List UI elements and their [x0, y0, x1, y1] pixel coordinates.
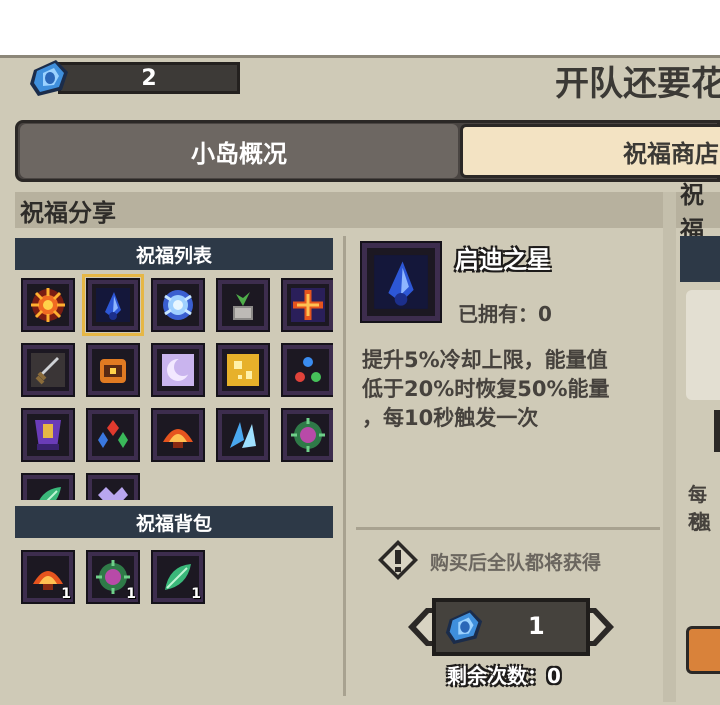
- bag-slot[interactable]: 1: [23, 552, 73, 602]
- owned-count: 已拥有：0: [458, 302, 552, 326]
- cross-flame-icon: [291, 288, 325, 322]
- tri-orb-icon: [295, 357, 321, 382]
- section-title-right: 祝福: [680, 181, 704, 244]
- description-line: ，每10秒触发一次: [362, 406, 539, 430]
- right-panel-mark: [714, 410, 720, 452]
- plant-pot-icon: [233, 292, 253, 320]
- bag-slot[interactable]: 1: [88, 552, 138, 602]
- purple-shard-icon: [98, 487, 128, 500]
- warning-icon: [378, 540, 418, 580]
- blessing-slot[interactable]: [218, 410, 268, 460]
- gem-count: 2: [141, 65, 157, 91]
- right-panel-header: [680, 236, 720, 282]
- blessing-slot[interactable]: [283, 280, 333, 330]
- item-count: 1: [61, 586, 71, 602]
- blessing-slot[interactable]: [153, 280, 203, 330]
- ice-crystal-icon: [163, 290, 193, 320]
- tab-island-overview[interactable]: 小岛概况: [20, 124, 458, 178]
- page-title: 开队还要花: [555, 64, 720, 104]
- right-panel-button[interactable]: [686, 626, 720, 674]
- column-gap: [663, 192, 676, 702]
- blessing-slot[interactable]: [23, 345, 73, 395]
- section-header-blessing-share: 祝福分享: [15, 192, 663, 228]
- sun-burst-icon: [31, 288, 65, 322]
- column-divider: [343, 236, 346, 696]
- blessing-slot-selected[interactable]: [82, 274, 144, 336]
- item-count: 1: [126, 586, 136, 602]
- ice-shard-icon: [230, 422, 256, 448]
- description-line: 提升5%冷却上限，能量值: [362, 348, 608, 372]
- item-count: 1: [191, 586, 201, 602]
- price-value: 1: [528, 612, 545, 640]
- buy-note: 购买后全队都将获得: [430, 552, 602, 574]
- blessing-slot[interactable]: [88, 475, 138, 500]
- blessing-slot[interactable]: [218, 345, 268, 395]
- blue-gem-icon: [445, 609, 483, 645]
- blessing-slot[interactable]: [153, 345, 203, 395]
- blessing-slot[interactable]: [283, 345, 333, 395]
- red-gem-icon: [98, 420, 128, 448]
- blessing-description: 提升5%冷却上限，能量值 低于20%时恢复50%能量 ，每10秒触发一次: [362, 346, 657, 433]
- green-leaf-icon: [39, 487, 61, 500]
- tab-label: 祝福商店: [623, 139, 719, 168]
- description-line: 低于20%时恢复50%能量: [362, 377, 610, 401]
- gold-rune-icon: [227, 354, 259, 386]
- moon-orb-icon: [162, 354, 194, 386]
- blessing-bag-header: 祝福背包: [15, 506, 333, 538]
- detail-divider: [356, 527, 660, 530]
- detail-icon-frame: [362, 243, 440, 321]
- right-panel-card: [686, 290, 720, 400]
- blessing-slot[interactable]: [88, 345, 138, 395]
- blessing-list-grid: [15, 270, 333, 500]
- list-title: 祝福列表: [135, 244, 212, 267]
- blessing-slot[interactable]: [23, 410, 73, 460]
- phoenix-icon: [163, 429, 193, 448]
- blessing-slot[interactable]: [23, 280, 73, 330]
- blue-star-icon: [374, 255, 428, 309]
- treasure-chest-icon: [100, 359, 126, 383]
- purple-banner-icon: [35, 420, 61, 450]
- purchase-button[interactable]: [408, 594, 614, 660]
- blessing-slot[interactable]: [218, 280, 268, 330]
- blue-gem-icon: [30, 60, 68, 96]
- blessing-name: 启迪之星: [455, 246, 551, 274]
- section-title: 祝福分享: [20, 198, 116, 227]
- right-panel-text: 强: [692, 512, 712, 534]
- section-header-right: 祝福: [676, 181, 720, 244]
- blue-star-icon: [96, 288, 130, 322]
- gem-counter: 2: [58, 62, 240, 94]
- tab-label: 小岛概况: [191, 139, 287, 168]
- blessing-slot[interactable]: [23, 475, 73, 500]
- blessing-slot[interactable]: [283, 410, 333, 460]
- blessing-slot[interactable]: [88, 410, 138, 460]
- blessing-slot[interactable]: [153, 410, 203, 460]
- green-spike-orb-icon: [291, 418, 325, 452]
- tab-blessing-shop[interactable]: 祝福商店: [460, 124, 720, 178]
- sword-icon: [31, 353, 65, 387]
- remaining-count: 剩余次数：0: [447, 664, 561, 688]
- bag-slot[interactable]: 1: [153, 552, 203, 602]
- bag-title: 祝福背包: [135, 512, 212, 535]
- blessing-list-header: 祝福列表: [15, 238, 333, 270]
